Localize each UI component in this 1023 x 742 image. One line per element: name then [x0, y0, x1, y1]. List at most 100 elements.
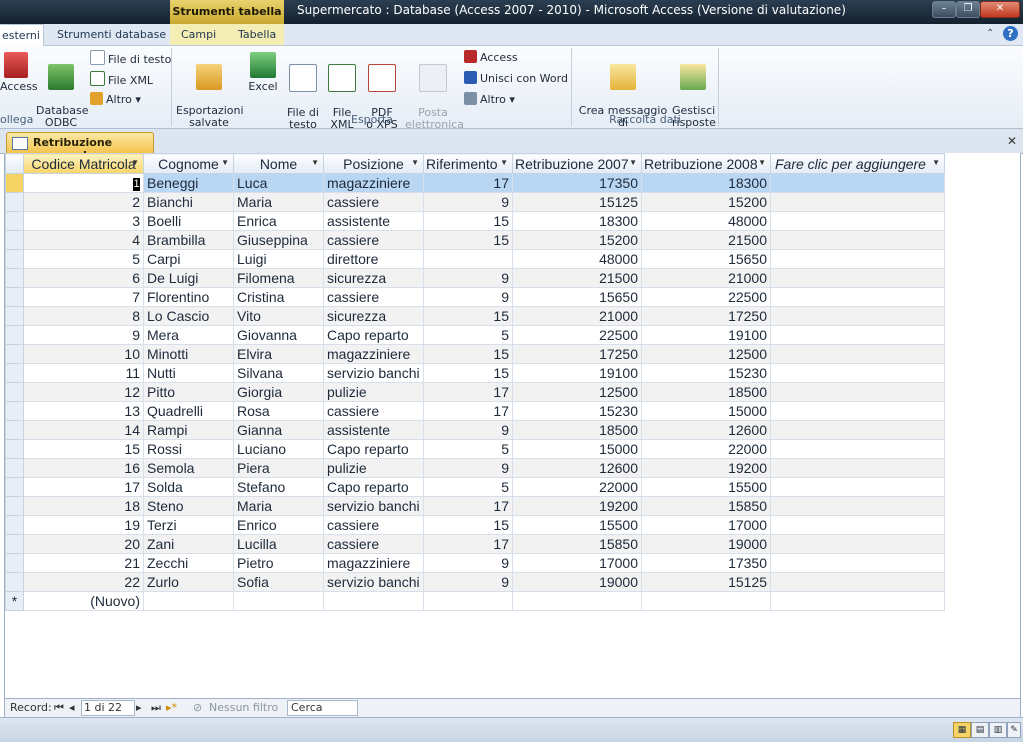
- row-selector[interactable]: [5, 325, 24, 345]
- table-cell[interactable]: [770, 268, 945, 288]
- minimize-ribbon-icon[interactable]: ⌃: [986, 28, 994, 39]
- table-cell[interactable]: 7: [23, 287, 144, 307]
- tab-dati-esterni[interactable]: esterni: [0, 24, 44, 46]
- row-selector[interactable]: [5, 211, 24, 231]
- table-row[interactable]: 1 Beneggi Luca magazziniere 17 17350 18300: [5, 173, 945, 193]
- table-cell[interactable]: 22000: [512, 477, 642, 497]
- row-selector[interactable]: [5, 534, 24, 554]
- table-cell[interactable]: 5: [423, 477, 513, 497]
- table-row[interactable]: 17 Solda Stefano Capo reparto 5 22000 15500: [5, 477, 945, 497]
- table-cell[interactable]: 9: [423, 268, 513, 288]
- table-cell[interactable]: 11: [23, 363, 144, 383]
- table-cell[interactable]: [770, 439, 945, 459]
- table-cell[interactable]: cassiere: [323, 515, 424, 535]
- row-selector[interactable]: [5, 363, 24, 383]
- table-row[interactable]: 16 Semola Piera pulizie 9 12600 19200: [5, 458, 945, 478]
- table-cell[interactable]: Filomena: [233, 268, 324, 288]
- table-cell[interactable]: Stefano: [233, 477, 324, 497]
- table-cell[interactable]: assistente: [323, 211, 424, 231]
- table-cell[interactable]: 15850: [512, 534, 642, 554]
- export-access-button[interactable]: Access: [464, 50, 518, 66]
- table-cell[interactable]: Maria: [233, 496, 324, 516]
- table-row[interactable]: 14 Rampi Gianna assistente 9 18500 12600: [5, 420, 945, 440]
- table-cell[interactable]: servizio banchi: [323, 363, 424, 383]
- table-cell[interactable]: 15230: [512, 401, 642, 421]
- table-cell[interactable]: 17: [423, 382, 513, 402]
- table-cell[interactable]: 21000: [512, 306, 642, 326]
- row-selector[interactable]: [5, 173, 24, 193]
- table-cell[interactable]: 2: [23, 192, 144, 212]
- table-cell[interactable]: 9: [423, 420, 513, 440]
- column-header[interactable]: Riferimento ▼: [423, 153, 513, 174]
- table-row[interactable]: 9 Mera Giovanna Capo reparto 5 22500 19100: [5, 325, 945, 345]
- table-cell[interactable]: servizio banchi: [323, 496, 424, 516]
- table-cell[interactable]: 15500: [641, 477, 771, 497]
- table-cell[interactable]: 21000: [641, 268, 771, 288]
- table-cell[interactable]: Luciano: [233, 439, 324, 459]
- table-cell[interactable]: [770, 173, 945, 193]
- table-cell[interactable]: [770, 515, 945, 535]
- table-cell[interactable]: [770, 496, 945, 516]
- datasheet-view-icon[interactable]: ▦: [953, 722, 971, 738]
- table-cell[interactable]: 13: [23, 401, 144, 421]
- table-cell[interactable]: [770, 553, 945, 573]
- table-cell[interactable]: sicurezza: [323, 306, 424, 326]
- table-cell[interactable]: [770, 344, 945, 364]
- column-header[interactable]: Posizione ▼: [323, 153, 424, 174]
- table-cell[interactable]: 22000: [641, 439, 771, 459]
- table-cell[interactable]: 15125: [512, 192, 642, 212]
- table-cell[interactable]: 15: [423, 515, 513, 535]
- table-cell[interactable]: Luca: [233, 173, 324, 193]
- table-cell[interactable]: cassiere: [323, 192, 424, 212]
- table-cell[interactable]: 12500: [512, 382, 642, 402]
- table-cell[interactable]: Capo reparto: [323, 477, 424, 497]
- table-cell[interactable]: 15000: [512, 439, 642, 459]
- table-row[interactable]: 5 Carpi Luigi direttore 48000 15650: [5, 249, 945, 269]
- table-cell[interactable]: 21: [23, 553, 144, 573]
- add-column-header[interactable]: Fare clic per aggiungere ▼: [770, 153, 945, 174]
- table-cell[interactable]: [770, 572, 945, 592]
- table-cell[interactable]: Elvira: [233, 344, 324, 364]
- table-cell[interactable]: 15200: [512, 230, 642, 250]
- table-cell[interactable]: Zurlo: [143, 572, 234, 592]
- table-cell[interactable]: 15000: [641, 401, 771, 421]
- table-cell[interactable]: 5: [423, 439, 513, 459]
- table-cell[interactable]: 17000: [641, 515, 771, 535]
- table-cell[interactable]: 15: [423, 211, 513, 231]
- table-cell[interactable]: Rossi: [143, 439, 234, 459]
- row-selector[interactable]: [5, 382, 24, 402]
- table-cell[interactable]: Cristina: [233, 287, 324, 307]
- column-header[interactable]: Cognome ▼: [143, 153, 234, 174]
- table-cell[interactable]: Rampi: [143, 420, 234, 440]
- create-email-button[interactable]: Crea messaggio di posta elettronica: [576, 52, 670, 141]
- pivot-table-view-icon[interactable]: ▤: [971, 722, 989, 738]
- table-cell[interactable]: servizio banchi: [323, 572, 424, 592]
- table-cell[interactable]: 19200: [512, 496, 642, 516]
- table-cell[interactable]: [641, 591, 771, 611]
- tab-strumenti-database[interactable]: Strumenti database: [57, 24, 166, 45]
- import-text-file-button[interactable]: File di testo: [90, 50, 171, 66]
- table-cell[interactable]: Mera: [143, 325, 234, 345]
- table-cell[interactable]: 19200: [641, 458, 771, 478]
- table-cell[interactable]: 12600: [641, 420, 771, 440]
- table-cell[interactable]: [512, 591, 642, 611]
- table-cell[interactable]: [770, 458, 945, 478]
- table-cell[interactable]: 15650: [512, 287, 642, 307]
- table-cell[interactable]: Terzi: [143, 515, 234, 535]
- merge-word-button[interactable]: Unisci con Word: [464, 71, 568, 87]
- table-cell[interactable]: Brambilla: [143, 230, 234, 250]
- table-cell[interactable]: 12: [23, 382, 144, 402]
- table-cell[interactable]: 15125: [641, 572, 771, 592]
- row-selector[interactable]: [5, 553, 24, 573]
- table-cell[interactable]: 4: [23, 230, 144, 250]
- table-cell[interactable]: 10: [23, 344, 144, 364]
- table-cell[interactable]: De Luigi: [143, 268, 234, 288]
- table-cell[interactable]: [770, 306, 945, 326]
- row-selector[interactable]: [5, 572, 24, 592]
- table-cell[interactable]: [323, 591, 424, 611]
- row-selector[interactable]: [5, 230, 24, 250]
- table-cell[interactable]: [423, 591, 513, 611]
- maximize-button[interactable]: ❐: [956, 1, 980, 18]
- search-input[interactable]: Cerca: [287, 700, 358, 716]
- table-cell[interactable]: 19: [23, 515, 144, 535]
